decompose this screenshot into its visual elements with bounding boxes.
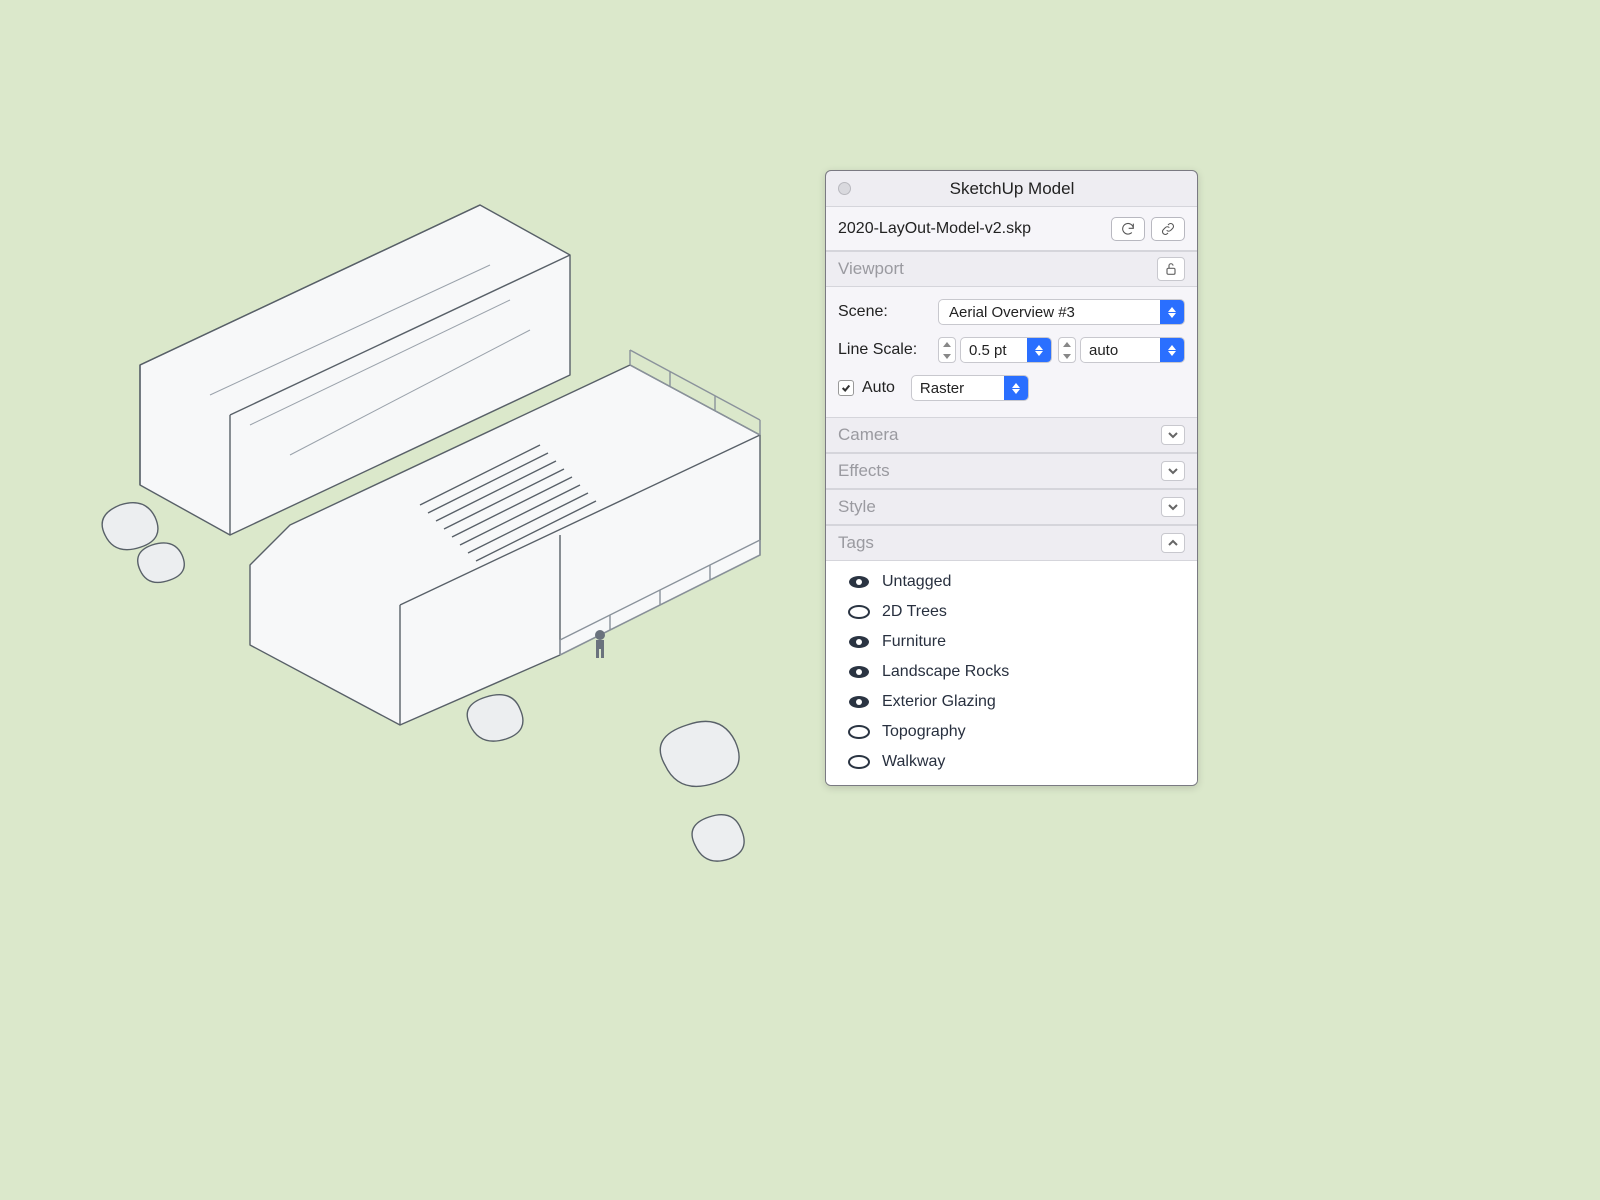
tags-list: Untagged 2D Trees Furniture Landscape Rocks… (826, 561, 1197, 785)
linescale-stepper[interactable] (938, 337, 956, 363)
scene-select[interactable]: Aerial Overview #3 (938, 299, 1185, 325)
section-label: Style (838, 497, 1161, 517)
viewport-body: Scene: Aerial Overview #3 Line Scale: 0.… (826, 287, 1197, 417)
select-arrows-icon (1160, 300, 1184, 324)
chevron-down-icon[interactable] (1161, 425, 1185, 445)
section-header-effects[interactable]: Effects (826, 453, 1197, 489)
lock-button[interactable] (1157, 257, 1185, 281)
select-arrows-icon (1004, 376, 1028, 400)
eye-icon[interactable] (846, 635, 872, 649)
tag-label: Topography (882, 723, 966, 741)
tag-row[interactable]: Landscape Rocks (826, 657, 1197, 687)
eye-off-icon[interactable] (846, 605, 872, 619)
section-label: Tags (838, 533, 1161, 553)
chevron-up-icon[interactable] (1161, 533, 1185, 553)
linescale-right-select[interactable]: auto (1080, 337, 1185, 363)
eye-icon[interactable] (846, 575, 872, 589)
tag-label: Walkway (882, 753, 945, 771)
filename-label: 2020-LayOut-Model-v2.skp (838, 220, 1105, 238)
tag-row[interactable]: Exterior Glazing (826, 687, 1197, 717)
tag-row[interactable]: Untagged (826, 567, 1197, 597)
section-header-viewport[interactable]: Viewport (826, 251, 1197, 287)
chevron-down-icon[interactable] (1161, 461, 1185, 481)
eye-off-icon[interactable] (846, 725, 872, 739)
tag-label: Furniture (882, 633, 946, 651)
linescale-select[interactable]: 0.5 pt (960, 337, 1052, 363)
eye-off-icon[interactable] (846, 755, 872, 769)
tag-label: Untagged (882, 573, 951, 591)
scene-value: Aerial Overview #3 (939, 304, 1160, 321)
auto-label: Auto (862, 379, 895, 397)
tag-label: 2D Trees (882, 603, 947, 621)
window-dot[interactable] (838, 182, 851, 195)
refresh-button[interactable] (1111, 217, 1145, 241)
scene-label: Scene: (838, 303, 938, 321)
section-header-tags[interactable]: Tags (826, 525, 1197, 561)
eye-icon[interactable] (846, 695, 872, 709)
sketchup-model-panel: SketchUp Model 2020-LayOut-Model-v2.skp … (825, 170, 1198, 786)
tag-label: Exterior Glazing (882, 693, 996, 711)
linescale-right-stepper[interactable] (1058, 337, 1076, 363)
section-label: Camera (838, 425, 1161, 445)
tag-row[interactable]: Walkway (826, 747, 1197, 777)
linescale-value: 0.5 pt (961, 342, 1027, 359)
panel-title: SketchUp Model (857, 179, 1185, 199)
section-header-style[interactable]: Style (826, 489, 1197, 525)
section-label: Viewport (838, 259, 1157, 279)
tag-row[interactable]: Topography (826, 717, 1197, 747)
linescale-label: Line Scale: (838, 341, 938, 359)
tag-row[interactable]: Furniture (826, 627, 1197, 657)
section-label: Effects (838, 461, 1161, 481)
tag-label: Landscape Rocks (882, 663, 1009, 681)
chevron-down-icon[interactable] (1161, 497, 1185, 517)
select-arrows-icon (1160, 338, 1184, 362)
select-arrows-icon (1027, 338, 1051, 362)
tag-row[interactable]: 2D Trees (826, 597, 1197, 627)
render-mode-value: Raster (912, 380, 1004, 397)
panel-header: SketchUp Model (826, 171, 1197, 207)
eye-icon[interactable] (846, 665, 872, 679)
section-header-camera[interactable]: Camera (826, 417, 1197, 453)
file-row: 2020-LayOut-Model-v2.skp (826, 207, 1197, 251)
render-mode-select[interactable]: Raster (911, 375, 1029, 401)
auto-checkbox[interactable] (838, 380, 854, 396)
model-viewport[interactable] (70, 165, 800, 925)
link-button[interactable] (1151, 217, 1185, 241)
linescale-right-value: auto (1081, 342, 1160, 359)
